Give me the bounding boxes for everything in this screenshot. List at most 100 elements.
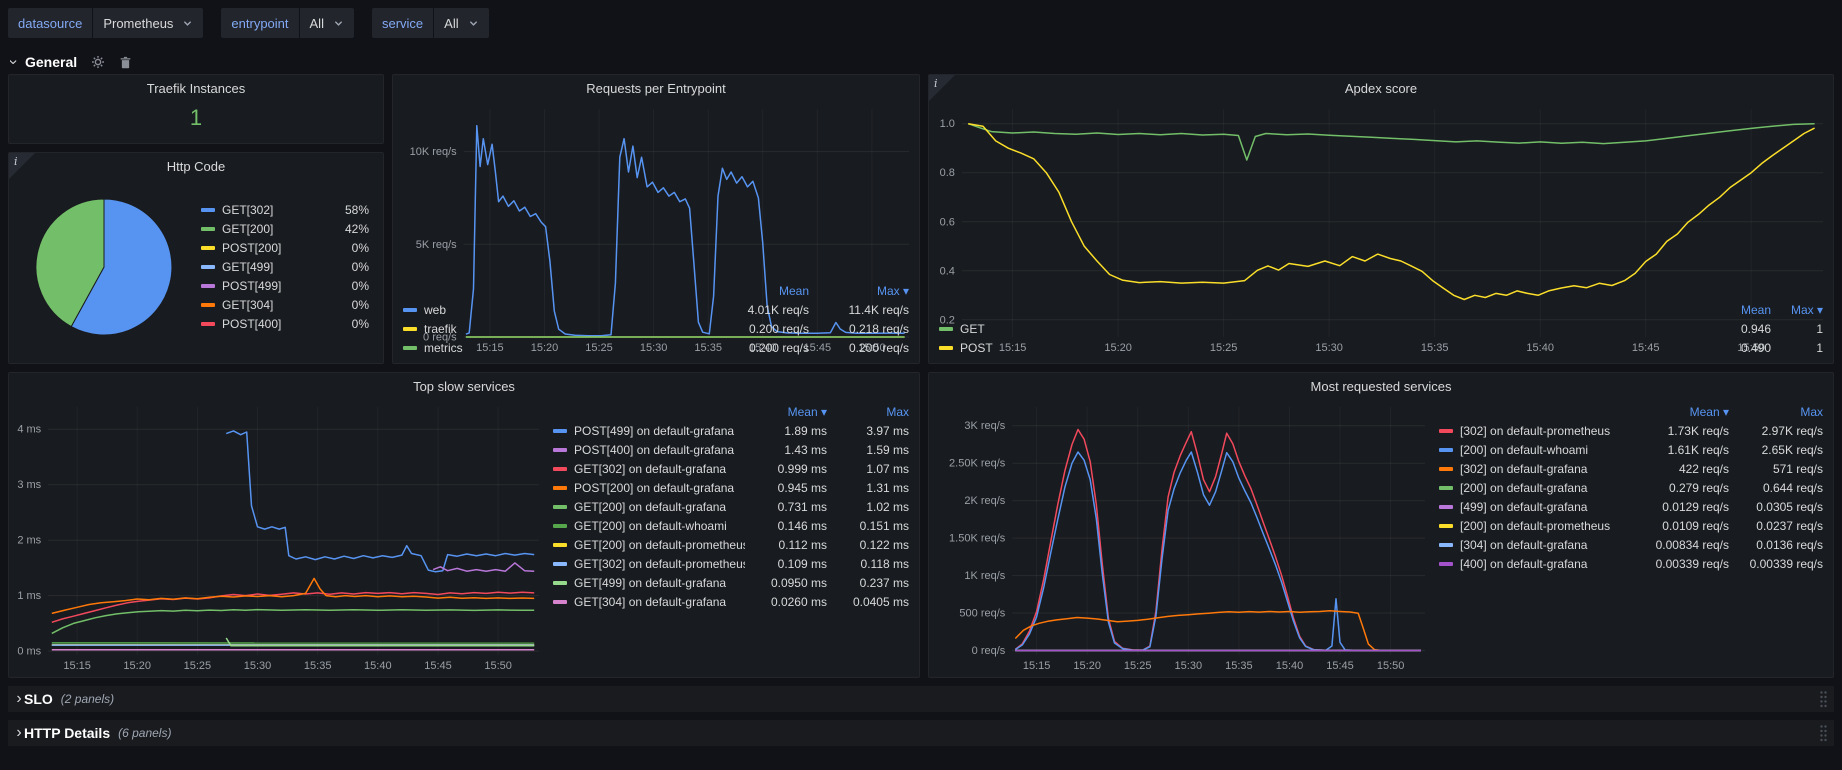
row-title: HTTP Details xyxy=(24,725,110,741)
variable-entrypoint-dropdown[interactable]: All xyxy=(300,8,354,38)
legend-series-name[interactable]: GET[499] on default-grafana xyxy=(574,576,726,590)
legend-series-name[interactable]: POST[499] xyxy=(222,279,281,293)
traefik-instances-value: 1 xyxy=(9,101,383,143)
legend-series-name[interactable]: GET[302] on default-prometheus xyxy=(574,557,745,571)
row-http-details[interactable]: › HTTP Details (6 panels) xyxy=(8,720,1834,746)
series-color-marker xyxy=(201,303,215,307)
panel-title[interactable]: Requests per Entrypoint xyxy=(393,75,919,101)
most-requested-chart[interactable]: 0 req/s500 req/s1K req/s1.50K req/s2K re… xyxy=(929,399,1435,675)
legend-mean-value: 0.00834 req/s xyxy=(1635,538,1729,552)
legend-mean-value: 0.109 ms xyxy=(745,557,827,571)
legend-series-name[interactable]: GET xyxy=(960,322,985,336)
chevron-right-icon: › xyxy=(14,725,24,741)
series-color-marker xyxy=(553,448,567,452)
legend-max-value: 1.59 ms xyxy=(827,443,909,457)
legend-series-name[interactable]: metrics xyxy=(424,341,463,355)
legend-series-name[interactable]: POST[200] xyxy=(222,241,281,255)
legend-series-name[interactable]: GET[200] on default-whoami xyxy=(574,519,727,533)
legend-sort-max[interactable]: Max ▾ xyxy=(809,284,909,298)
row-title: General xyxy=(25,54,77,70)
variable-datasource-dropdown[interactable]: Prometheus xyxy=(93,8,203,38)
legend-series-name[interactable]: GET[499] xyxy=(222,260,273,274)
chart-svg[interactable]: 0 ms1 ms2 ms3 ms4 ms15:1515:2015:2515:30… xyxy=(9,399,549,675)
legend-series-name[interactable]: POST[400] on default-grafana xyxy=(574,443,734,457)
legend-max-value: 0.0237 req/s xyxy=(1729,519,1823,533)
legend-series-name[interactable]: GET[200] on default-grafana xyxy=(574,500,726,514)
legend-row: POST[499] on default-grafana1.89 ms3.97 … xyxy=(553,421,909,440)
gear-icon[interactable] xyxy=(91,55,105,69)
legend-series-name[interactable]: GET[200] on default-prometheus xyxy=(574,538,745,552)
svg-text:15:20: 15:20 xyxy=(123,660,151,672)
legend-series-name[interactable]: GET[304] xyxy=(222,298,273,312)
legend-sort-mean[interactable]: Mean xyxy=(1699,303,1771,317)
series-color-marker xyxy=(553,581,567,585)
panel-title[interactable]: Top slow services xyxy=(9,373,919,399)
legend-sort-mean[interactable]: Mean ▾ xyxy=(745,405,827,419)
legend-series-name[interactable]: [200] on default-grafana xyxy=(1460,481,1587,495)
legend-mean-value: 1.73K req/s xyxy=(1635,424,1729,438)
variable-service-dropdown[interactable]: All xyxy=(434,8,488,38)
legend-sort-max[interactable]: Max ▾ xyxy=(1771,303,1823,317)
series-color-marker xyxy=(201,284,215,288)
legend-series-name[interactable]: GET[302] on default-grafana xyxy=(574,462,726,476)
chevron-down-icon xyxy=(333,18,344,29)
legend-sort-mean[interactable]: Mean ▾ xyxy=(1635,405,1729,419)
series-color-marker xyxy=(201,227,215,231)
http-code-pie-chart[interactable] xyxy=(35,198,173,336)
legend-series-name[interactable]: POST xyxy=(960,341,993,355)
legend-series-name[interactable]: [499] on default-grafana xyxy=(1460,500,1587,514)
legend-series-name[interactable]: POST[200] on default-grafana xyxy=(574,481,734,495)
legend-mean-value: 0.490 xyxy=(1699,341,1771,355)
legend-series-name[interactable]: GET[200] xyxy=(222,222,273,236)
legend-series-name[interactable]: [302] on default-grafana xyxy=(1460,462,1587,476)
variable-service-value: All xyxy=(444,16,458,31)
legend-series-name[interactable]: [200] on default-whoami xyxy=(1460,443,1588,457)
legend-series-name[interactable]: web xyxy=(424,303,446,317)
legend-series-name[interactable]: [400] on default-grafana xyxy=(1460,557,1587,571)
apdex-chart[interactable]: 0.20.40.60.81.015:1515:2015:2515:3015:35… xyxy=(929,101,1833,300)
legend-series-name[interactable]: [302] on default-prometheus xyxy=(1460,424,1610,438)
legend-sort-mean[interactable]: Mean xyxy=(709,284,809,298)
series-color-marker xyxy=(1439,486,1453,490)
legend-series-name[interactable]: POST[400] xyxy=(222,317,281,331)
row-slo[interactable]: › SLO (2 panels) xyxy=(8,686,1834,712)
legend-series-name[interactable]: GET[304] on default-grafana xyxy=(574,595,726,609)
series-color-marker xyxy=(553,429,567,433)
legend-series-name[interactable]: traefik xyxy=(424,322,457,336)
legend-max-value: 0.0405 ms xyxy=(827,595,909,609)
legend-series-name[interactable]: POST[499] on default-grafana xyxy=(574,424,734,438)
requests-chart[interactable]: 0 req/s5K req/s10K req/s15:1515:2015:251… xyxy=(393,101,919,281)
row-drag-handle[interactable] xyxy=(1819,690,1828,708)
legend-sort-max[interactable]: Max xyxy=(1729,405,1823,419)
svg-text:15:30: 15:30 xyxy=(1175,660,1203,672)
legend-row: GET[499] on default-grafana0.0950 ms0.23… xyxy=(553,573,909,592)
panel-title[interactable]: Most requested services xyxy=(929,373,1833,399)
most-requested-legend: Mean ▾Max [302] on default-prometheus 1.73… xyxy=(1435,399,1833,675)
trash-icon[interactable] xyxy=(119,56,132,69)
chart-svg[interactable]: 0 req/s500 req/s1K req/s1.50K req/s2K re… xyxy=(929,399,1435,675)
legend-mean-value: 0.0129 req/s xyxy=(1635,500,1729,514)
legend-series-name[interactable]: [200] on default-prometheus xyxy=(1460,519,1610,533)
panel-title[interactable]: Traefik Instances xyxy=(9,75,383,101)
legend-row: [304] on default-grafana0.00834 req/s0.0… xyxy=(1439,535,1823,554)
row-general-collapse-toggle[interactable]: › General xyxy=(8,54,77,70)
panel-info-icon[interactable]: i xyxy=(929,75,955,101)
svg-text:500 req/s: 500 req/s xyxy=(959,608,1005,620)
panel-title[interactable]: Apdex score xyxy=(929,75,1833,101)
legend-max-value: 0.0305 req/s xyxy=(1729,500,1823,514)
legend-series-name[interactable]: [304] on default-grafana xyxy=(1460,538,1587,552)
legend-mean-value: 0.0950 ms xyxy=(745,576,827,590)
series-color-marker xyxy=(201,322,215,326)
row-general-header: › General xyxy=(0,44,1842,74)
legend-series-name[interactable]: GET[302] xyxy=(222,203,273,217)
series-color-marker xyxy=(403,346,417,350)
row-drag-handle[interactable] xyxy=(1819,724,1828,742)
panel-title[interactable]: Http Code xyxy=(9,153,383,179)
requests-legend: MeanMax ▾web4.01K req/s11.4K req/straefi… xyxy=(393,281,919,363)
legend-row: GET[302]58% xyxy=(201,201,369,220)
legend-sort-max[interactable]: Max xyxy=(827,405,909,419)
panel-apdex-score: i Apdex score 0.20.40.60.81.015:1515:201… xyxy=(928,74,1834,364)
legend-row: POST[200]0% xyxy=(201,239,369,258)
top-slow-chart[interactable]: 0 ms1 ms2 ms3 ms4 ms15:1515:2015:2515:30… xyxy=(9,399,549,675)
panel-info-icon[interactable]: i xyxy=(9,153,35,179)
